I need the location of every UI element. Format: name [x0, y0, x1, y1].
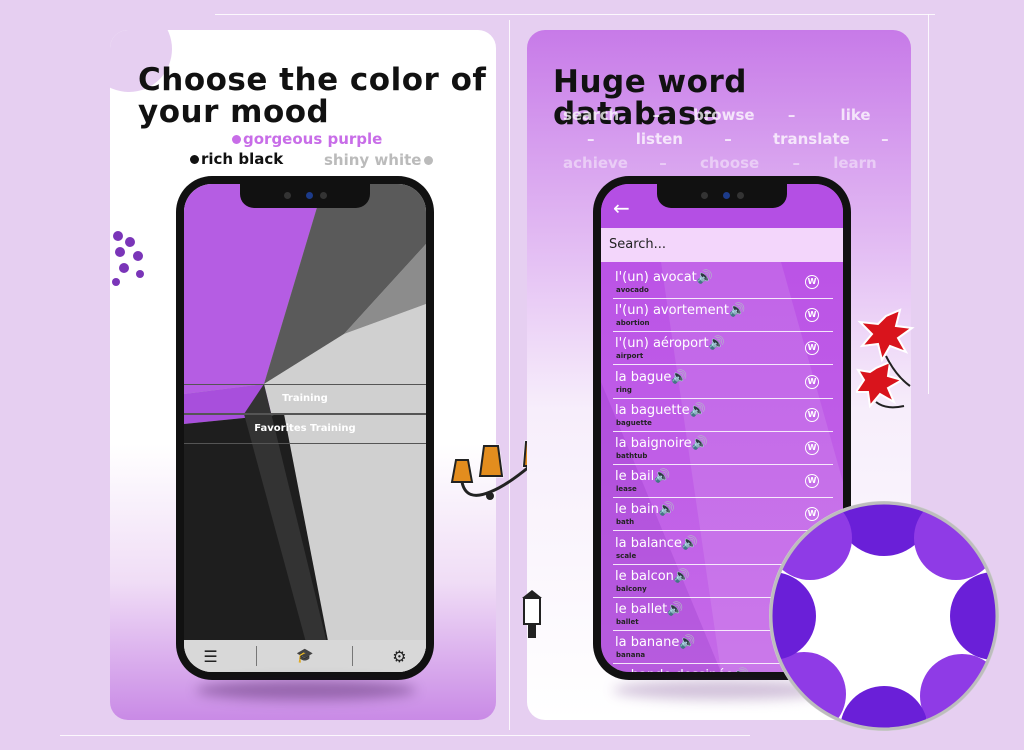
frame-top-line: [215, 14, 935, 15]
word-translation: ring: [616, 385, 632, 394]
phone-notch: [657, 184, 787, 208]
card-title: Choose the color of your mood: [138, 62, 487, 130]
word-french: l'(un) avortement🔊: [615, 303, 746, 319]
word-translation: avocado: [616, 286, 649, 294]
street-lamp-decoration: [522, 590, 542, 638]
promo-card-colors: Choose the color of your mood gorgeous p…: [110, 30, 496, 720]
word-translation: abortion: [616, 319, 650, 328]
white-dot: [424, 156, 434, 165]
tagline-word: like: [840, 106, 871, 124]
menu-icon[interactable]: ☰: [203, 647, 217, 666]
mood-black: rich black: [190, 150, 283, 168]
word-row[interactable]: l'(un) avortement🔊 abortion W: [613, 301, 833, 333]
word-row[interactable]: la bague🔊 ring W: [613, 368, 833, 399]
word-translation: baguette: [616, 418, 652, 427]
word-french: la bande dessinée🔊: [615, 668, 749, 672]
tagline-word: browse: [693, 106, 755, 124]
word-row[interactable]: la baguette🔊 baguette W: [613, 401, 833, 432]
tagline-dash: –: [792, 154, 800, 172]
menu-item-favorites-training[interactable]: Favorites Training: [184, 414, 426, 444]
word-row[interactable]: l'(un) avocat🔊 avocado W: [613, 268, 833, 299]
word-row[interactable]: le bail🔊 lease W: [613, 467, 833, 499]
word-translation: bath: [616, 518, 635, 527]
wordpress-icon[interactable]: W: [805, 474, 819, 489]
tagline-dash: –: [659, 154, 667, 172]
app-logo: [769, 501, 999, 731]
word-french: l'(un) aéroport🔊: [615, 336, 725, 352]
bottom-nav: ☰ 🎓 ⚙: [184, 640, 426, 672]
wordpress-icon[interactable]: W: [805, 275, 819, 289]
tagline-word: listen: [635, 130, 683, 148]
wordpress-icon[interactable]: W: [805, 341, 819, 356]
frame-right-line: [928, 14, 929, 394]
lavender-decoration: [112, 231, 144, 286]
word-translation: airport: [616, 352, 644, 361]
word-french: le bain🔊: [615, 502, 675, 518]
back-arrow-icon[interactable]: ←: [613, 196, 630, 220]
menu-item-training[interactable]: Training: [184, 384, 426, 414]
search-input[interactable]: Search...: [609, 237, 666, 252]
gear-icon[interactable]: ⚙: [392, 647, 406, 666]
tagline-word: choose: [699, 154, 760, 172]
word-translation: scale: [616, 551, 637, 560]
phone-screen: Training Favorites Training ☰ 🎓 ⚙: [184, 184, 426, 672]
tagline-dash: –: [652, 106, 660, 124]
wordpress-icon[interactable]: W: [805, 374, 819, 389]
word-french: la balance🔊: [615, 535, 699, 551]
tagline-dash: –: [724, 130, 732, 148]
word-translation: lease: [616, 485, 637, 494]
tagline-word: achieve: [563, 154, 628, 172]
tagline-row-3: achieve – choose – learn: [563, 154, 877, 172]
word-row[interactable]: la baignoire🔊 bathtub W: [613, 434, 833, 465]
word-french: la baignoire🔊: [615, 436, 708, 451]
frame-mid-line: [509, 20, 510, 730]
phone-notch: [240, 184, 370, 208]
tagline-dash: –: [881, 130, 889, 148]
tagline-dash: –: [587, 130, 595, 148]
search-bar[interactable]: Search...: [601, 228, 843, 262]
wordpress-icon[interactable]: W: [805, 407, 819, 422]
word-french: le balcon🔊: [615, 568, 691, 584]
mood-purple-label: gorgeous purple: [243, 130, 383, 148]
word-translation: balcony: [616, 584, 647, 593]
mood-purple: gorgeous purple: [232, 130, 382, 148]
tagline-word: learn: [833, 154, 877, 172]
tagline-dash: –: [787, 106, 796, 124]
word-french: la banane🔊: [615, 635, 696, 651]
mood-white-label: shiny white: [324, 151, 422, 169]
word-french: l'(un) avocat🔊: [615, 270, 713, 285]
word-row[interactable]: l'(un) aéroport🔊 airport W: [613, 334, 833, 366]
graduation-cap-icon[interactable]: 🎓: [296, 648, 313, 664]
red-flower-decoration: [856, 308, 915, 409]
mood-black-label: rich black: [201, 150, 284, 168]
word-translation: bathtub: [616, 452, 648, 460]
tagline-row-1: search – browse – like: [563, 106, 871, 124]
phone-theme-preview: Training Favorites Training ☰ 🎓 ⚙: [176, 176, 434, 680]
frame-bottom-line: [60, 735, 750, 736]
word-translation: banana: [616, 651, 646, 660]
mood-white: shiny white: [324, 151, 435, 169]
word-french: la baguette🔊: [615, 402, 706, 418]
wordpress-icon[interactable]: W: [805, 441, 819, 455]
word-french: le bail🔊: [615, 469, 671, 485]
word-translation: ballet: [616, 618, 639, 626]
purple-dot: [232, 135, 241, 144]
word-french: le ballet🔊: [615, 602, 684, 617]
tagline-word: search: [563, 106, 620, 124]
wordpress-icon[interactable]: W: [805, 308, 819, 323]
black-dot: [190, 155, 199, 164]
phone-shadow: [196, 680, 416, 700]
tagline-word: translate: [772, 130, 850, 148]
tagline-row-2: – listen – translate –: [587, 130, 889, 148]
word-french: la bague🔊: [615, 369, 688, 385]
